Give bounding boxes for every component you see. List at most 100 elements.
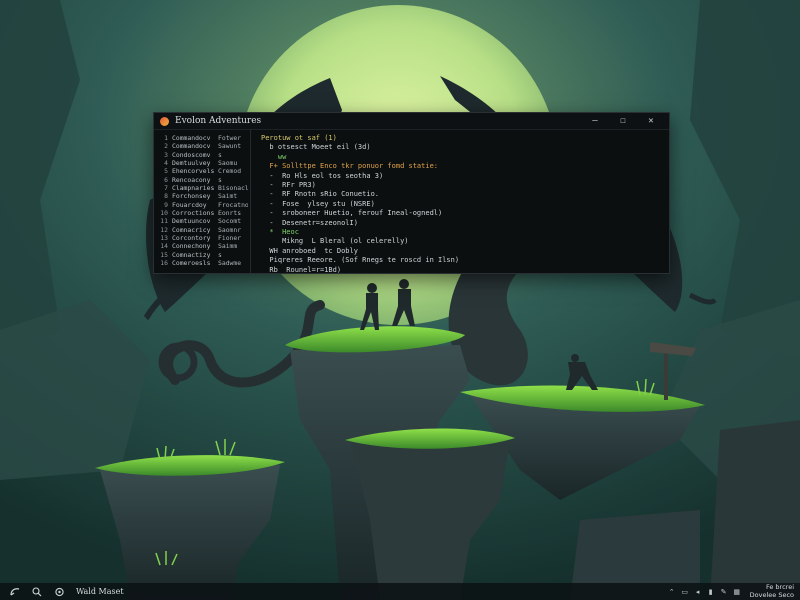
row-number: 11 bbox=[160, 217, 168, 226]
row-name: Corroctions bbox=[172, 209, 215, 218]
window-body: 1 Commandocv Fotwer 2 Commandocv Sawunt 3 Condo… bbox=[154, 130, 669, 273]
app-icon bbox=[160, 116, 169, 126]
code-line: F+ Sollttpe Enco tkr ponuor fomd statie: bbox=[261, 162, 439, 171]
taskbar-app-label[interactable]: Wald Maset bbox=[76, 587, 124, 596]
row-name: Forchonsey bbox=[172, 192, 211, 201]
row-type: Bisonaclen bbox=[218, 184, 248, 193]
row-number: 13 bbox=[160, 234, 168, 243]
row-type: Fotwer bbox=[218, 134, 242, 142]
row-number: 9 bbox=[164, 200, 168, 209]
keyboard-icon[interactable]: ▦ bbox=[733, 588, 741, 596]
row-type: Socomt bbox=[218, 217, 242, 226]
start-icon[interactable] bbox=[8, 585, 22, 599]
title-bar[interactable]: Evolon Adventures — ☐ ✕ bbox=[154, 113, 669, 130]
code-line: - Fose ylsey stu (NSRE) bbox=[261, 199, 375, 208]
row-name: Commandocv bbox=[172, 142, 211, 151]
file-list-row[interactable]: 14 Connechony Saimm bbox=[154, 242, 250, 250]
code-line: - RFr PR3) bbox=[261, 181, 316, 190]
row-number: 12 bbox=[160, 225, 168, 234]
row-name: Commandocv bbox=[172, 134, 211, 142]
row-name: Demtuuncov bbox=[172, 217, 211, 226]
row-number: 8 bbox=[164, 192, 168, 201]
row-name: Rencoacony bbox=[172, 175, 211, 184]
code-line: Perotuw ot saf (1) bbox=[261, 134, 337, 142]
file-list-row[interactable]: 5 Ehencorvels Cremod bbox=[154, 167, 250, 175]
file-list-row[interactable]: 13 Corcontory Fioner bbox=[154, 234, 250, 242]
code-line: WH anroboed tc Dobly bbox=[261, 246, 358, 255]
row-number: 4 bbox=[164, 159, 168, 168]
row-type: Sawunt bbox=[218, 142, 242, 151]
pen-icon[interactable]: ✎ bbox=[720, 588, 728, 596]
row-number: 3 bbox=[164, 150, 168, 159]
row-type: Saimt bbox=[218, 192, 238, 201]
code-line: ww bbox=[261, 152, 287, 161]
file-list-row[interactable]: 12 Comnacricy Saomnr bbox=[154, 226, 250, 234]
file-list-row[interactable]: 15 Comnactizy s bbox=[154, 251, 250, 259]
row-name: Fouarcdoy bbox=[172, 200, 207, 209]
row-name: Ehencorvels bbox=[172, 167, 215, 176]
row-name: Comnacricy bbox=[172, 225, 211, 234]
code-line: Rb Rounel=r=1Bd) bbox=[261, 265, 342, 273]
row-type: s bbox=[218, 175, 222, 184]
close-button[interactable]: ✕ bbox=[637, 113, 665, 129]
file-list-row[interactable]: 2 Commandocv Sawunt bbox=[154, 142, 250, 150]
row-name: Clampnaries bbox=[172, 184, 215, 193]
row-name: Comeroesls bbox=[172, 259, 211, 268]
row-name: Demtuulvey bbox=[172, 159, 211, 168]
file-list-row[interactable]: 9 Fouarcdoy Frocatnor bbox=[154, 201, 250, 209]
row-number: 6 bbox=[164, 175, 168, 184]
code-line: b otsesct Moeet eil (3d) bbox=[261, 143, 371, 152]
row-type: Saimm bbox=[218, 242, 238, 251]
row-type: s bbox=[218, 250, 222, 259]
file-list-row[interactable]: 1 Commandocv Fotwer bbox=[154, 134, 250, 142]
code-line: * Heoc bbox=[261, 228, 299, 237]
search-icon[interactable] bbox=[30, 585, 44, 599]
row-type: Frocatnor bbox=[218, 200, 248, 209]
file-list-row[interactable]: 6 Rencoacony s bbox=[154, 176, 250, 184]
row-number: 14 bbox=[160, 242, 168, 251]
file-list-row[interactable]: 8 Forchonsey Saimt bbox=[154, 192, 250, 200]
code-line: Piqreres Reeore. (Sof Rnegs te roscd in … bbox=[261, 256, 460, 265]
clock[interactable]: Fe brcrei Dovelee Seco bbox=[749, 583, 794, 599]
volume-icon[interactable]: ◂ bbox=[694, 588, 702, 596]
code-line: - Ro Hls eol tos seotha 3) bbox=[261, 171, 384, 180]
taskbar: Wald Maset ⌃ ▭ ◂ ▮ ✎ ▦ Fe brcrei Dovelee… bbox=[0, 583, 800, 600]
code-line: - RF Rnotn sRio Conuetio. bbox=[261, 190, 380, 199]
clock-line-2: Dovelee Seco bbox=[749, 590, 794, 599]
code-line: - Desenetr=szeonolI) bbox=[261, 218, 358, 227]
row-number: 1 bbox=[164, 134, 168, 142]
row-type: Sadwme bbox=[218, 259, 242, 268]
row-type: Eonrts bbox=[218, 209, 242, 218]
task-view-icon[interactable] bbox=[52, 585, 66, 599]
row-type: Cremod bbox=[218, 167, 242, 176]
row-type: Saomnr bbox=[218, 225, 242, 234]
row-name: Corcontory bbox=[172, 234, 211, 243]
file-list-row[interactable]: 11 Demtuuncov Socomt bbox=[154, 217, 250, 225]
file-list-row[interactable]: 3 Condoscomv s bbox=[154, 151, 250, 159]
row-number: 10 bbox=[160, 209, 168, 218]
file-list-row[interactable]: 16 Comeroesls Sadwme bbox=[154, 259, 250, 267]
row-name: Connechony bbox=[172, 242, 211, 251]
row-type: Saomu bbox=[218, 159, 238, 168]
file-list-row[interactable]: 4 Demtuulvey Saomu bbox=[154, 159, 250, 167]
row-name: Condoscomv bbox=[172, 150, 211, 159]
file-list-row[interactable]: 7 ClampnariesBisonaclen bbox=[154, 184, 250, 192]
row-number: 16 bbox=[160, 259, 168, 268]
row-type: s bbox=[218, 150, 222, 159]
row-type: Fioner bbox=[218, 234, 242, 243]
battery-icon[interactable]: ▮ bbox=[707, 588, 715, 596]
chevron-up-icon[interactable]: ⌃ bbox=[668, 588, 676, 596]
file-list-row[interactable]: 10 Corroctions Eonrts bbox=[154, 209, 250, 217]
desktop-wallpaper bbox=[0, 0, 800, 600]
minimize-button[interactable]: — bbox=[581, 113, 609, 129]
row-name: Comnactizy bbox=[172, 250, 211, 259]
code-panel[interactable]: Perotuw ot saf (1) b otsesct Moeet eil (… bbox=[251, 130, 669, 273]
row-number: 5 bbox=[164, 167, 168, 176]
app-window[interactable]: Evolon Adventures — ☐ ✕ 1 Commandocv Fotwe… bbox=[153, 112, 670, 274]
network-icon[interactable]: ▭ bbox=[681, 588, 689, 596]
file-list-panel[interactable]: 1 Commandocv Fotwer 2 Commandocv Sawunt 3 Condo… bbox=[154, 130, 251, 273]
code-line: Mikng L Bleral (ol celerelly) bbox=[261, 237, 409, 246]
row-number: 15 bbox=[160, 250, 168, 259]
row-number: 7 bbox=[164, 184, 168, 193]
maximize-button[interactable]: ☐ bbox=[609, 113, 637, 129]
